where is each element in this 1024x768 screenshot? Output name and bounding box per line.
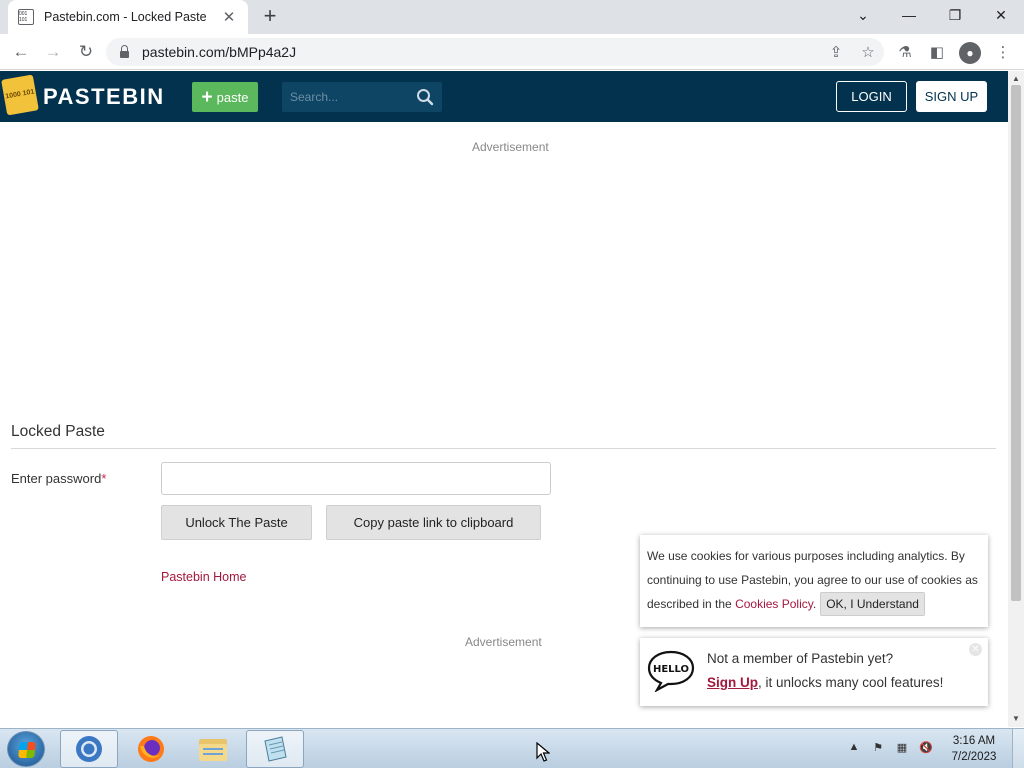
required-marker: * <box>101 471 107 486</box>
signup-prompt: HELLO Not a member of Pastebin yet? Sign… <box>640 638 988 706</box>
site-logo-text[interactable]: PASTEBIN <box>43 84 165 110</box>
side-panel-icon[interactable]: ◧ <box>926 42 948 64</box>
taskbar-chrome[interactable] <box>60 730 118 768</box>
svg-text:HELLO: HELLO <box>653 664 689 675</box>
volume-muted-icon[interactable]: 🔇 <box>917 741 935 757</box>
mouse-cursor-icon <box>536 742 550 762</box>
show-hidden-icons-chevron-icon[interactable]: ▲ <box>845 741 863 757</box>
forward-arrow-icon[interactable]: → <box>41 40 65 64</box>
signup-prompt-line2-rest: , it unlocks many cool features! <box>758 675 944 690</box>
clock-date: 7/2/2023 <box>951 751 997 763</box>
plus-icon: + <box>201 86 213 108</box>
url-text[interactable]: pastebin.com/bMPp4a2J <box>142 44 820 60</box>
scroll-down-arrow-icon[interactable]: ▼ <box>1008 714 1024 723</box>
start-button[interactable] <box>7 731 45 767</box>
signup-prompt-line1: Not a member of Pastebin yet? <box>707 651 894 666</box>
clock-time: 3:16 AM <box>952 735 996 747</box>
search-input[interactable] <box>282 82 410 112</box>
bookmark-star-icon[interactable]: ☆ <box>852 43 884 61</box>
pastebin-favicon-icon: 001 101 <box>18 9 34 25</box>
login-button[interactable]: LOGIN <box>836 81 907 112</box>
restore-button[interactable]: ❐ <box>940 4 970 26</box>
extensions-icon[interactable]: ⚗ <box>894 42 916 64</box>
tab-close-icon[interactable]: ✕ <box>220 8 238 26</box>
browser-toolbar: ← → ↻ pastebin.com/bMPp4a2J ⇪ ☆ ⚗ ◧ ● ⋮ <box>0 34 1024 70</box>
reload-icon[interactable]: ↻ <box>74 40 98 64</box>
back-arrow-icon[interactable]: ← <box>9 40 33 64</box>
profile-avatar-icon[interactable]: ● <box>959 42 981 64</box>
firefox-icon <box>138 736 164 762</box>
pastebin-logo-icon[interactable]: 1000 101 <box>1 74 39 116</box>
taskbar-notepad[interactable] <box>246 730 304 768</box>
scroll-up-arrow-icon[interactable]: ▲ <box>1008 74 1024 83</box>
password-label-text: Enter password <box>11 471 102 486</box>
notepad-icon <box>264 736 287 762</box>
password-label: Enter password* <box>11 471 106 486</box>
cookie-accept-button[interactable]: OK, I Understand <box>820 592 925 616</box>
search-box <box>282 82 442 112</box>
browser-tab[interactable]: 001 101 Pastebin.com - Locked Paste ✕ <box>8 0 248 34</box>
share-icon[interactable]: ⇪ <box>820 43 852 61</box>
vertical-scrollbar[interactable]: ▲ ▼ <box>1008 71 1024 727</box>
signup-prompt-line2: Sign Up, it unlocks many cool features! <box>707 675 943 690</box>
address-bar[interactable]: pastebin.com/bMPp4a2J ⇪ ☆ <box>106 38 884 66</box>
chrome-icon <box>76 736 102 762</box>
close-window-button[interactable]: ✕ <box>986 4 1016 26</box>
pastebin-home-link[interactable]: Pastebin Home <box>161 570 246 584</box>
advertisement-label-top: Advertisement <box>472 140 549 154</box>
show-desktop-button[interactable] <box>1012 729 1024 768</box>
close-icon[interactable]: ✕ <box>969 643 982 656</box>
windows-taskbar: ▲ ⚑ ▦ 🔇 3:16 AM 7/2/2023 <box>0 728 1024 768</box>
site-header: 1000 101 PASTEBIN + paste LOGIN SIGN UP <box>0 71 1008 122</box>
taskbar-file-explorer[interactable] <box>184 730 242 768</box>
new-paste-label: paste <box>216 89 249 105</box>
new-tab-button[interactable]: + <box>258 4 282 28</box>
title-divider <box>11 448 996 449</box>
tab-title: Pastebin.com - Locked Paste <box>44 10 207 24</box>
signup-link[interactable]: Sign Up <box>707 675 758 690</box>
new-paste-button[interactable]: + paste <box>192 82 258 112</box>
browser-tab-strip: 001 101 Pastebin.com - Locked Paste ✕ + … <box>0 0 1024 34</box>
minimize-button[interactable]: — <box>894 4 924 26</box>
cookie-notice-period: . <box>812 597 817 611</box>
tab-search-chevron-icon[interactable]: ⌄ <box>848 4 878 26</box>
file-explorer-icon <box>199 739 227 761</box>
system-tray: ▲ ⚑ ▦ 🔇 <box>842 729 938 768</box>
password-input[interactable] <box>161 462 551 495</box>
cookie-notice: We use cookies for various purposes incl… <box>640 535 988 627</box>
page-title: Locked Paste <box>11 423 105 440</box>
hello-speech-bubble-icon: HELLO <box>647 650 695 692</box>
cookies-policy-link[interactable]: Cookies Policy <box>735 597 813 611</box>
copy-link-button[interactable]: Copy paste link to clipboard <box>326 505 541 540</box>
scrollbar-thumb[interactable] <box>1011 85 1021 601</box>
signup-button[interactable]: SIGN UP <box>916 81 987 112</box>
advertisement-label-bottom: Advertisement <box>465 635 542 649</box>
browser-menu-icon[interactable]: ⋮ <box>992 42 1014 64</box>
unlock-paste-button[interactable]: Unlock The Paste <box>161 505 312 540</box>
taskbar-firefox[interactable] <box>122 730 180 768</box>
search-icon[interactable] <box>416 88 434 106</box>
taskbar-clock[interactable]: 3:16 AM 7/2/2023 <box>946 733 1002 765</box>
network-icon[interactable]: ▦ <box>893 741 911 757</box>
action-center-flag-icon[interactable]: ⚑ <box>869 741 887 757</box>
lock-icon[interactable] <box>120 44 129 58</box>
